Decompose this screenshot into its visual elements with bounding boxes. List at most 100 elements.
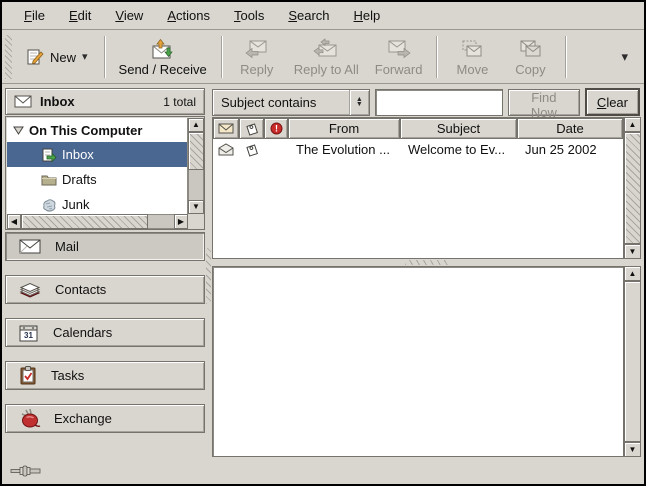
splitter-grip: [405, 260, 449, 265]
message-list: ! From Subject Date: [212, 117, 624, 259]
scroll-right-arrow-icon[interactable]: ▶: [174, 214, 188, 229]
folder-tree-panel: On This Computer Inbox Drafts Junk: [5, 116, 205, 230]
message-preview[interactable]: [212, 266, 624, 457]
message-subject: Welcome to Ev...: [400, 142, 517, 157]
tree-horizontal-scrollbar: ◀ ▶: [7, 214, 188, 229]
expander-triangle-icon[interactable]: [13, 126, 24, 135]
menu-tools[interactable]: Tools: [222, 4, 276, 27]
scroll-up-arrow-icon[interactable]: ▲: [188, 118, 204, 132]
folder-tree: On This Computer Inbox Drafts Junk: [7, 118, 188, 214]
menu-search[interactable]: Search: [276, 4, 341, 27]
horizontal-pane-splitter[interactable]: [212, 259, 641, 266]
preview-pane: ▲ ▼: [212, 266, 641, 457]
folder-title-bar[interactable]: Inbox 1 total: [5, 88, 205, 115]
vertical-pane-splitter[interactable]: [206, 88, 211, 454]
message-from: The Evolution ...: [288, 142, 400, 157]
shortcut-tasks-button[interactable]: Tasks: [5, 361, 205, 390]
compose-icon: [26, 48, 44, 66]
shortcut-mail-button[interactable]: Mail: [5, 232, 205, 261]
shortcut-label: Calendars: [53, 325, 112, 340]
clear-button[interactable]: Clear: [585, 88, 640, 116]
shortcut-label: Contacts: [55, 282, 106, 297]
column-label: From: [329, 121, 359, 136]
new-dropdown-chevron-icon[interactable]: ▾: [82, 52, 88, 63]
reply-all-icon: [311, 38, 341, 60]
message-read-status: [213, 143, 239, 156]
search-criteria-value: Subject contains: [221, 95, 316, 110]
move-button[interactable]: Move: [443, 33, 501, 81]
scroll-down-arrow-icon[interactable]: ▼: [624, 442, 641, 457]
splitter-grip: [206, 248, 211, 304]
forward-label: Forward: [375, 62, 423, 77]
reply-label: Reply: [240, 62, 273, 77]
scroll-left-arrow-icon[interactable]: ◀: [7, 214, 21, 229]
mail-icon: [18, 238, 42, 255]
reply-to-all-label: Reply to All: [294, 62, 359, 77]
shortcut-label: Mail: [55, 239, 79, 254]
attachment-icon: [245, 143, 259, 157]
shortcut-label: Tasks: [51, 368, 84, 383]
column-important[interactable]: !: [264, 118, 288, 139]
reply-to-all-button[interactable]: Reply to All: [286, 33, 367, 81]
scroll-up-arrow-icon[interactable]: ▲: [624, 266, 641, 281]
column-label: Date: [556, 121, 583, 136]
online-status-connector-icon[interactable]: [10, 464, 48, 478]
toolbar-separator: [436, 36, 437, 78]
toolbar-separator: [565, 36, 566, 78]
message-list-scrollbar: ▲ ▼: [624, 117, 641, 259]
folder-message-count: 1 total: [163, 95, 196, 109]
column-from[interactable]: From: [288, 118, 400, 139]
toolbar-separator: [104, 36, 105, 78]
new-button[interactable]: New ▾: [16, 40, 98, 74]
tree-node-on-this-computer[interactable]: On This Computer: [7, 118, 187, 142]
tasks-icon: [18, 365, 38, 386]
tree-node-drafts[interactable]: Drafts: [7, 167, 187, 192]
menu-actions[interactable]: Actions: [155, 4, 222, 27]
shortcut-contacts-button[interactable]: Contacts: [5, 275, 205, 304]
toolbar-overflow-chevron-icon[interactable]: ▾: [613, 45, 636, 69]
message-row[interactable]: The Evolution ... Welcome to Ev... Jun 2…: [213, 139, 623, 160]
search-criteria-dropdown[interactable]: Subject contains ▲ ▼: [212, 89, 370, 116]
send-receive-button[interactable]: Send / Receive: [111, 33, 215, 81]
shortcut-calendars-button[interactable]: 31 Calendars: [5, 318, 205, 347]
column-subject[interactable]: Subject: [400, 118, 517, 139]
move-icon: [459, 38, 485, 60]
send-receive-label: Send / Receive: [119, 62, 207, 77]
column-attachment[interactable]: [239, 118, 264, 139]
reply-icon: [244, 38, 270, 60]
scrollbar-thumb[interactable]: [624, 281, 641, 442]
scroll-down-arrow-icon[interactable]: ▼: [188, 200, 204, 214]
attachment-icon: [245, 122, 259, 136]
menu-view[interactable]: View: [103, 4, 155, 27]
search-input[interactable]: [375, 89, 503, 116]
menu-edit[interactable]: Edit: [57, 4, 103, 27]
copy-button[interactable]: Copy: [501, 33, 559, 81]
column-label: Subject: [437, 121, 480, 136]
move-label: Move: [457, 62, 489, 77]
envelope-column-icon: [218, 123, 234, 134]
tree-vertical-scrollbar: ▲ ▼: [188, 118, 204, 214]
scrollbar-thumb[interactable]: [624, 132, 641, 244]
scrollbar-thumb[interactable]: [188, 132, 204, 170]
status-bar: [2, 457, 644, 484]
toolbar-drag-handle[interactable]: [5, 35, 12, 79]
scroll-up-arrow-icon[interactable]: ▲: [624, 117, 641, 132]
evolution-window: File Edit View Actions Tools Search Help…: [0, 0, 646, 486]
tree-node-inbox[interactable]: Inbox: [7, 142, 187, 167]
shortcut-exchange-button[interactable]: Exchange: [5, 404, 205, 433]
send-receive-icon: [150, 38, 176, 60]
scroll-down-arrow-icon[interactable]: ▼: [624, 244, 641, 259]
find-now-button[interactable]: Find Now: [508, 89, 580, 116]
calendar-day-text: 31: [24, 331, 33, 340]
column-date[interactable]: Date: [517, 118, 623, 139]
menu-file[interactable]: File: [12, 4, 57, 27]
column-message-status[interactable]: [213, 118, 239, 139]
reply-button[interactable]: Reply: [228, 33, 286, 81]
menu-help[interactable]: Help: [342, 4, 393, 27]
junk-icon: [41, 197, 57, 213]
preview-scrollbar: ▲ ▼: [624, 266, 641, 457]
search-bar: Subject contains ▲ ▼ Find Now Clear: [212, 88, 640, 116]
scrollbar-thumb[interactable]: [21, 214, 148, 229]
forward-button[interactable]: Forward: [367, 33, 431, 81]
folder-icon: [41, 172, 57, 188]
